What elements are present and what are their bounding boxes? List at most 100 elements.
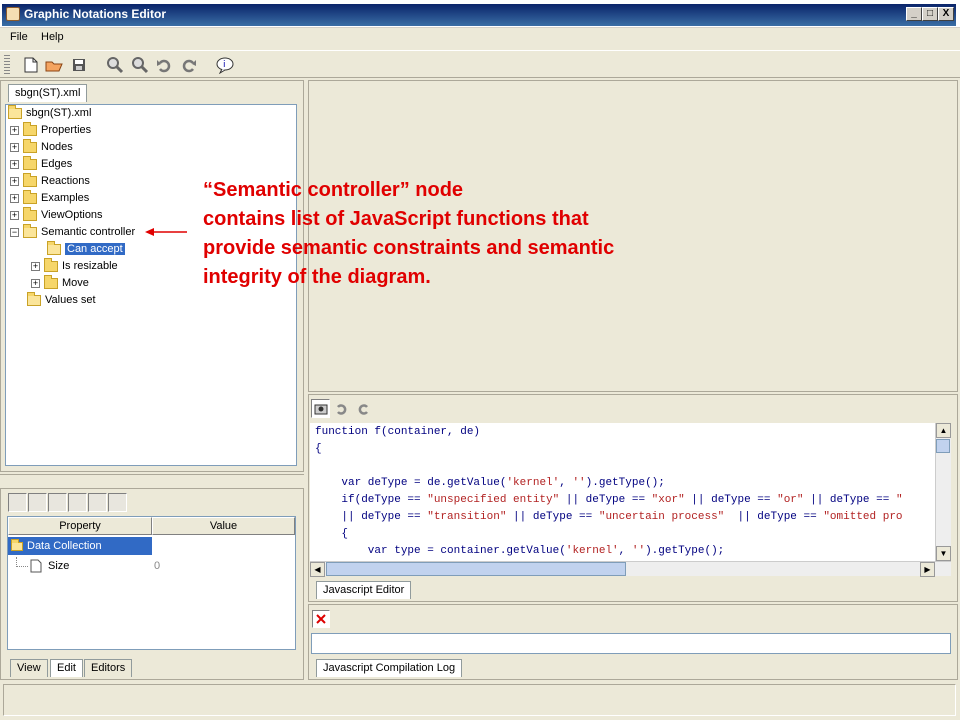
close-button[interactable]: X	[938, 7, 954, 21]
code-token: || deType ==	[559, 494, 652, 506]
tree-item-examples[interactable]: + Examples	[10, 189, 89, 206]
new-icon[interactable]	[22, 56, 40, 74]
toolbar-grip[interactable]	[4, 55, 10, 75]
code-editor[interactable]: function f(container, de) { var deType = …	[310, 423, 935, 561]
property-value-size[interactable]: 0	[154, 557, 160, 575]
hscroll-thumb[interactable]	[326, 562, 626, 576]
horizontal-scrollbar[interactable]: ◀ ▶	[310, 561, 951, 577]
tab-edit[interactable]: Edit	[50, 659, 83, 677]
expand-icon[interactable]: +	[10, 142, 19, 152]
column-header-property[interactable]: Property	[8, 517, 152, 535]
code-line: {	[315, 443, 322, 460]
code-line: var deType = de.getValue('kernel', '').g…	[315, 477, 664, 494]
column-header-value[interactable]: Value	[152, 517, 295, 535]
folder-icon	[23, 121, 37, 136]
tab-editors[interactable]: Editors	[84, 659, 133, 677]
code-string: 'kernel'	[506, 477, 560, 489]
folder-icon	[23, 155, 37, 170]
maximize-button[interactable]: □	[922, 7, 938, 21]
prop-button-6[interactable]	[108, 493, 127, 512]
undo-icon[interactable]	[155, 56, 173, 74]
collapse-icon[interactable]: −	[10, 227, 19, 237]
code-line: if(deType == "unspecified entity" || deT…	[315, 494, 902, 511]
annotation-line-4: integrity of the diagram.	[203, 266, 431, 288]
splitter[interactable]	[0, 474, 304, 486]
compilation-log-output[interactable]	[311, 633, 951, 654]
window-title: Graphic Notations Editor	[24, 7, 167, 21]
folder-icon	[23, 138, 37, 153]
title-bar: Graphic Notations Editor _ □ X	[0, 0, 960, 28]
scroll-thumb[interactable]	[936, 439, 950, 453]
tree-item-is-resizable[interactable]: + Is resizable	[31, 257, 118, 274]
scroll-down-icon[interactable]: ▼	[936, 546, 951, 561]
property-row-data-collection[interactable]: Data Collection	[8, 537, 152, 555]
toolbar: i	[0, 50, 960, 78]
tab-file[interactable]: sbgn(ST).xml	[8, 84, 88, 102]
status-bar	[3, 684, 956, 716]
zoom-out-icon[interactable]	[131, 56, 149, 74]
property-row-size[interactable]: Size	[30, 557, 152, 575]
tab-javascript-editor[interactable]: Javascript Editor	[316, 581, 412, 599]
folder-icon	[44, 274, 58, 289]
folder-open-icon	[47, 240, 61, 255]
redo-icon[interactable]	[180, 56, 198, 74]
tree-item-values-set[interactable]: Values set	[27, 291, 96, 308]
code-token: || deType ==	[724, 511, 824, 523]
annotation-line-1: “Semantic controller” node	[203, 179, 464, 201]
tree-item-reactions[interactable]: + Reactions	[10, 172, 90, 189]
code-token: {	[315, 528, 349, 540]
code-token: ,	[559, 477, 573, 489]
folder-icon	[23, 172, 37, 187]
code-string: "or"	[777, 494, 804, 506]
prop-button-5[interactable]	[88, 493, 107, 512]
tree-item-semantic-controller[interactable]: − Semantic controller	[10, 223, 135, 240]
clear-log-icon[interactable]	[312, 610, 330, 628]
zoom-in-icon[interactable]	[106, 56, 124, 74]
tree-item-move[interactable]: + Move	[31, 274, 89, 291]
code-string: 'kernel'	[565, 545, 619, 557]
expand-icon[interactable]: +	[10, 193, 19, 203]
expand-icon[interactable]: +	[10, 159, 19, 169]
code-token: var deType = de.getValue(	[315, 477, 507, 489]
properties-table: Property Value Data Collection Size 0	[7, 516, 296, 650]
tree-item-properties[interactable]: + Properties	[10, 121, 91, 138]
menu-file[interactable]: File	[10, 31, 28, 43]
tree-item-nodes[interactable]: + Nodes	[10, 138, 73, 155]
folder-open-icon	[23, 223, 37, 238]
tree-item-edges[interactable]: + Edges	[10, 155, 72, 172]
prop-button-4[interactable]	[68, 493, 87, 512]
expand-icon[interactable]: +	[10, 125, 19, 135]
info-icon[interactable]: i	[216, 56, 234, 74]
tree-root[interactable]: sbgn(ST).xml	[8, 104, 91, 121]
tree-connector	[16, 557, 28, 567]
prop-button-1[interactable]	[8, 493, 27, 512]
scroll-left-icon[interactable]: ◀	[310, 562, 325, 577]
menu-help[interactable]: Help	[41, 31, 64, 43]
code-line: {	[315, 528, 348, 545]
folder-open-icon	[27, 291, 41, 306]
open-icon[interactable]	[45, 56, 63, 74]
tab-javascript-compilation-log[interactable]: Javascript Compilation Log	[316, 659, 463, 677]
expand-icon[interactable]: +	[10, 210, 19, 220]
tab-view[interactable]: View	[10, 659, 48, 677]
editor-toolbar	[311, 399, 372, 418]
expand-icon[interactable]: +	[31, 261, 40, 271]
tree-item-viewoptions[interactable]: + ViewOptions	[10, 206, 103, 223]
compile-icon[interactable]	[311, 399, 330, 418]
editor-undo-icon[interactable]	[332, 399, 351, 418]
expand-icon[interactable]: +	[10, 176, 19, 186]
tree-item-can-accept[interactable]: Can accept	[47, 240, 125, 257]
vertical-scrollbar[interactable]: ▲ ▼	[935, 423, 951, 561]
scroll-up-icon[interactable]: ▲	[936, 423, 951, 438]
code-token: function f(container, de)	[315, 426, 481, 438]
prop-button-3[interactable]	[48, 493, 67, 512]
code-token: || deType ==	[803, 494, 896, 506]
minimize-button[interactable]: _	[906, 7, 922, 21]
menu-bar: File Help	[0, 28, 960, 48]
scroll-right-icon[interactable]: ▶	[920, 562, 935, 577]
editor-redo-icon[interactable]	[353, 399, 372, 418]
prop-button-2[interactable]	[28, 493, 47, 512]
save-icon[interactable]	[70, 56, 88, 74]
annotation-line-3: provide semantic constraints and semanti…	[203, 237, 615, 259]
expand-icon[interactable]: +	[31, 278, 40, 288]
